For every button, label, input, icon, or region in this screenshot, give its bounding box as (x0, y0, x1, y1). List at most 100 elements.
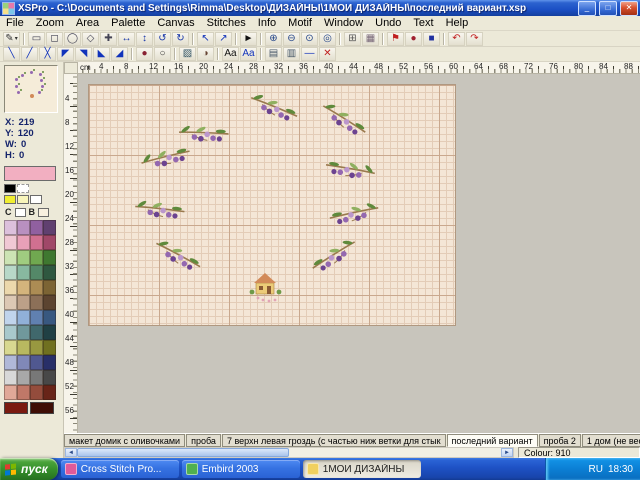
palette-color[interactable] (30, 355, 43, 370)
palette-color[interactable] (4, 265, 17, 280)
quarter-stitch-br-icon[interactable]: ◢ (111, 47, 128, 61)
palette-color[interactable] (30, 280, 43, 295)
selected-color-swatch[interactable] (4, 166, 56, 181)
taskbar-button[interactable]: 1МОИ ДИЗАЙНЫ (303, 460, 421, 478)
arrow-up-left-icon[interactable]: ↖ (197, 32, 214, 46)
palette-color[interactable] (4, 295, 17, 310)
minimize-button[interactable]: _ (578, 1, 596, 16)
palette-color[interactable] (43, 295, 56, 310)
palette-color[interactable] (17, 265, 30, 280)
palette-color[interactable] (17, 295, 30, 310)
select-diamond-icon[interactable]: ◇ (82, 32, 99, 46)
c-swatch[interactable] (15, 208, 26, 217)
quarter-stitch-tr-icon[interactable]: ◥ (75, 47, 92, 61)
zoom-out-icon[interactable]: ⊖ (283, 32, 300, 46)
design-tab[interactable]: 7 верхн левая гроздь (с частью ниж ветки… (222, 434, 446, 447)
palette-color[interactable] (4, 220, 17, 235)
palette-color[interactable] (30, 325, 43, 340)
palette-color[interactable] (4, 355, 17, 370)
palette-color[interactable] (30, 295, 43, 310)
zoom-in-icon[interactable]: ⊕ (265, 32, 282, 46)
menu-info[interactable]: Info (252, 16, 282, 30)
fill-tool-icon[interactable]: ▨ (179, 47, 196, 61)
french-knot-icon[interactable]: ● (136, 47, 153, 61)
palette-color[interactable] (4, 235, 17, 250)
palette-color[interactable] (4, 385, 17, 400)
palette-color[interactable] (30, 402, 54, 414)
palette-color[interactable] (30, 250, 43, 265)
select-rect-icon[interactable]: ▭ (28, 32, 45, 46)
zoom-actual-icon[interactable]: ⊙ (301, 32, 318, 46)
grid-toggle-icon[interactable]: ⊞ (344, 32, 361, 46)
menu-area[interactable]: Area (70, 16, 105, 30)
text-tool-icon[interactable]: Aa (222, 47, 239, 61)
palette-color[interactable] (17, 370, 30, 385)
flag-marker-icon[interactable]: ⚑ (387, 32, 404, 46)
half-stitch-back-icon[interactable]: ╲ (3, 47, 20, 61)
palette-color[interactable] (4, 402, 28, 414)
design-tab[interactable]: проба 2 (539, 434, 581, 447)
flip-horizontal-icon[interactable]: ↔ (118, 32, 135, 46)
color-picker-icon[interactable]: ◑ (197, 47, 214, 61)
scroll-left-arrow[interactable]: ◄ (65, 448, 77, 457)
scrollbar-thumb[interactable] (77, 448, 289, 457)
palette-color[interactable] (43, 235, 56, 250)
maximize-button[interactable]: □ (599, 1, 617, 16)
menu-palette[interactable]: Palette (105, 16, 151, 30)
backstitch-icon[interactable]: — (301, 47, 318, 61)
horizontal-scrollbar[interactable]: ◄ ► (64, 447, 514, 458)
palette-color[interactable] (30, 385, 43, 400)
undo-icon[interactable]: ↶ (448, 32, 465, 46)
palette-color[interactable] (43, 310, 56, 325)
full-cross-stitch-icon[interactable]: ╳ (39, 47, 56, 61)
quick-swatch[interactable] (17, 184, 29, 193)
palette-color[interactable] (43, 280, 56, 295)
palette-color[interactable] (17, 355, 30, 370)
quick-swatch[interactable] (4, 184, 16, 193)
quick-swatch[interactable] (4, 195, 16, 204)
palette-color[interactable] (30, 370, 43, 385)
palette-color[interactable] (43, 385, 56, 400)
palette-color[interactable] (30, 265, 43, 280)
palette-color[interactable] (43, 265, 56, 280)
text-tool-alt-icon[interactable]: Aa (240, 47, 257, 61)
palette-color[interactable] (43, 370, 56, 385)
palette-color[interactable] (4, 280, 17, 295)
bead-icon[interactable]: ○ (154, 47, 171, 61)
pencil-tool-icon[interactable]: ✎▾ (3, 32, 20, 46)
chart-view-icon[interactable]: ▤ (265, 47, 282, 61)
design-tab[interactable]: макет домик с оливочками (64, 434, 185, 447)
palette-color[interactable] (17, 220, 30, 235)
menu-motif[interactable]: Motif (282, 16, 318, 30)
flip-vertical-icon[interactable]: ↕ (136, 32, 153, 46)
canvas-viewport[interactable] (78, 74, 640, 433)
menu-stitches[interactable]: Stitches (201, 16, 252, 30)
palette-color[interactable] (17, 340, 30, 355)
delete-stitch-icon[interactable]: ✕ (319, 47, 336, 61)
palette-color[interactable] (43, 355, 56, 370)
rotate-left-icon[interactable]: ↺ (154, 32, 171, 46)
palette-color[interactable] (43, 325, 56, 340)
half-stitch-forward-icon[interactable]: ╱ (21, 47, 38, 61)
redo-icon[interactable]: ↷ (466, 32, 483, 46)
menu-zoom[interactable]: Zoom (30, 16, 70, 30)
taskbar-button[interactable]: Cross Stitch Pro... (61, 460, 179, 478)
palette-color[interactable] (30, 310, 43, 325)
quick-swatch[interactable] (17, 195, 29, 204)
palette-color[interactable] (17, 325, 30, 340)
menu-undo[interactable]: Undo (369, 16, 407, 30)
menu-help[interactable]: Help (440, 16, 475, 30)
palette-color[interactable] (43, 250, 56, 265)
taskbar-button[interactable]: Embird 2003 (182, 460, 300, 478)
start-button[interactable]: пуск (0, 458, 58, 480)
menu-file[interactable]: File (0, 16, 30, 30)
select-ellipse-icon[interactable]: ◯ (64, 32, 81, 46)
language-indicator[interactable]: RU (589, 464, 603, 475)
pointer-tool-icon[interactable]: ► (240, 32, 257, 46)
close-button[interactable]: ✕ (620, 1, 638, 16)
palette-color[interactable] (4, 325, 17, 340)
arrow-up-right-icon[interactable]: ↗ (215, 32, 232, 46)
palette-color[interactable] (17, 385, 30, 400)
knot-marker-icon[interactable]: ● (405, 32, 422, 46)
palette-color[interactable] (17, 235, 30, 250)
